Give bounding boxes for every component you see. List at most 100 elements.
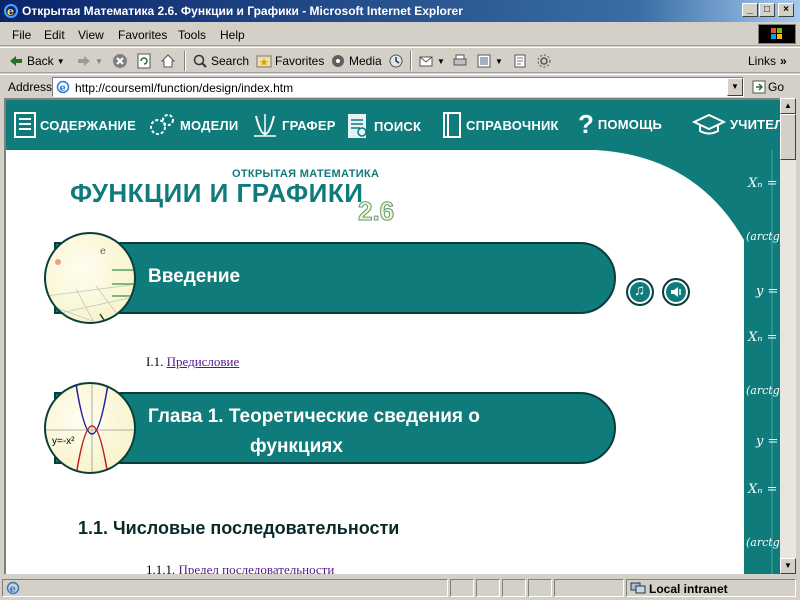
menu-help[interactable]: Help — [220, 28, 245, 42]
toc-item-number: I.1. — [146, 354, 164, 369]
music-button[interactable]: ♫ — [626, 278, 654, 306]
mail-button[interactable]: ▼ — [418, 52, 445, 70]
chapter1-title-line2: функциях — [250, 436, 343, 457]
discuss-button[interactable] — [512, 52, 528, 70]
toolbar-separator — [184, 51, 186, 71]
back-label: Back — [27, 54, 54, 68]
stop-button[interactable] — [112, 52, 128, 70]
links-label[interactable]: Links — [748, 52, 776, 70]
vertical-scrollbar[interactable]: ▲ ▼ — [780, 98, 796, 574]
formula-text: Xₙ = — [748, 330, 778, 345]
menu-view[interactable]: View — [78, 28, 104, 42]
nav-search[interactable]: ПОИСК — [346, 112, 421, 140]
nav-contents[interactable]: СОДЕРЖАНИЕ — [14, 112, 136, 138]
edit-dropdown-icon[interactable]: ▼ — [495, 57, 503, 66]
media-button[interactable]: Media — [330, 52, 382, 70]
teacher-cap-icon — [692, 113, 726, 135]
page-status-icon: e — [6, 581, 20, 595]
formula-text: y = — [756, 434, 779, 449]
search-label: Search — [211, 54, 250, 68]
nav-teacher[interactable]: УЧИТЕЛ — [692, 112, 780, 136]
refresh-icon — [137, 53, 151, 69]
intro-illustration-icon: e — [44, 232, 136, 324]
home-button[interactable] — [160, 52, 176, 70]
formula-text: (arctg x — [746, 230, 780, 243]
forward-dropdown-icon[interactable]: ▼ — [95, 57, 103, 66]
edit-page-icon — [477, 54, 491, 68]
menu-file[interactable]: File — [12, 28, 31, 42]
scroll-down-icon[interactable]: ▼ — [780, 558, 796, 574]
scroll-thumb[interactable] — [780, 114, 796, 160]
menu-edit[interactable]: Edit — [44, 28, 65, 42]
back-dropdown-icon[interactable]: ▼ — [57, 57, 65, 66]
refresh-button[interactable] — [136, 52, 152, 70]
parabola-graph-label: y=-x² — [52, 436, 75, 447]
edit-button[interactable]: ▼ — [476, 52, 503, 70]
svg-text:e: e — [60, 83, 66, 94]
menu-favorites[interactable]: Favorites — [118, 28, 167, 42]
sound-button[interactable] — [662, 278, 690, 306]
nav-contents-label: СОДЕРЖАНИЕ — [40, 117, 136, 133]
minimize-button[interactable]: _ — [742, 3, 758, 17]
forward-button[interactable]: ▼ — [76, 52, 103, 70]
nav-grapher[interactable]: ГРАФЕР — [252, 112, 336, 138]
reference-book-icon — [443, 112, 461, 138]
close-button[interactable]: × — [778, 3, 794, 17]
toolbar-separator — [410, 51, 412, 71]
svg-text:e: e — [10, 584, 16, 595]
svg-text:e: e — [100, 246, 106, 257]
maximize-button[interactable]: □ — [759, 3, 775, 17]
browser-window: e Открытая Математика 2.6. Функции и Гра… — [0, 0, 800, 600]
search-book-icon — [348, 114, 367, 138]
logo-version: 2.6 — [357, 196, 395, 227]
nav-models[interactable]: МОДЕЛИ — [148, 112, 238, 138]
media-icon — [332, 55, 344, 67]
toc-item-limit: 1.1.1. Предел последовательности — [146, 562, 334, 574]
logo-title: ФУНКЦИИ И ГРАФИКИ — [70, 178, 364, 208]
preface-link[interactable]: Предисловие — [167, 354, 240, 369]
site-nav-bar: СОДЕРЖАНИЕ МОДЕЛИ ГРАФЕР ПОИСК СПРАВОЧНИ… — [6, 100, 780, 150]
title-bar[interactable]: e Открытая Математика 2.6. Функции и Гра… — [0, 0, 800, 22]
favorites-label: Favorites — [275, 54, 325, 68]
ie-logo-icon: e — [4, 4, 18, 18]
mail-dropdown-icon[interactable]: ▼ — [437, 57, 445, 66]
nav-teacher-label: УЧИТЕЛ — [730, 116, 780, 132]
status-segment — [502, 579, 526, 597]
address-label: Address — [8, 80, 53, 94]
formula-panel: Xₙ = (arctg x y = Xₙ = (arctg x y = Xₙ =… — [642, 150, 780, 574]
search-button[interactable]: Search — [192, 52, 249, 70]
history-button[interactable] — [388, 52, 404, 70]
discuss-icon — [514, 54, 526, 68]
formula-text: Xₙ = — [748, 176, 778, 191]
speaker-icon — [671, 287, 681, 297]
address-input[interactable]: e http://courseml/function/design/index.… — [52, 77, 744, 97]
history-icon — [389, 54, 403, 68]
back-button[interactable]: Back ▼ — [8, 52, 65, 70]
links-chevron-icon[interactable]: » — [780, 52, 787, 70]
media-label: Media — [349, 54, 382, 68]
page-viewport[interactable]: Xₙ = (arctg x y = Xₙ = (arctg x y = Xₙ =… — [4, 98, 780, 574]
chapter1-banner[interactable]: Глава 1. Теоретические сведения о функци… — [54, 392, 616, 464]
nav-search-label: ПОИСК — [374, 118, 422, 134]
print-icon — [453, 54, 467, 66]
address-bar: Address e http://courseml/function/desig… — [0, 74, 800, 98]
formula-text: (arctg x — [746, 536, 780, 549]
page-ie-icon: e — [56, 80, 70, 94]
nav-reference[interactable]: СПРАВОЧНИК — [442, 112, 559, 138]
forward-arrow-icon — [78, 56, 90, 66]
intranet-zone-icon — [630, 582, 646, 594]
scroll-up-icon[interactable]: ▲ — [780, 98, 796, 114]
messenger-button[interactable] — [536, 52, 552, 70]
favorites-button[interactable]: Favorites — [256, 52, 324, 70]
nav-reference-label: СПРАВОЧНИК — [466, 117, 559, 133]
menu-tools[interactable]: Tools — [178, 28, 206, 42]
intro-banner[interactable]: Введение — [54, 242, 616, 314]
address-dropdown-icon[interactable]: ▼ — [727, 78, 743, 96]
go-button[interactable]: Go — [752, 80, 784, 94]
nav-help[interactable]: ? ПОМОЩЬ — [578, 111, 662, 137]
print-button[interactable] — [452, 52, 468, 70]
go-label: Go — [768, 80, 785, 94]
mail-icon — [419, 56, 433, 67]
sequence-limit-link[interactable]: Предел последовательности — [179, 562, 335, 574]
toc-item-preface: I.1. Предисловие — [146, 354, 239, 370]
